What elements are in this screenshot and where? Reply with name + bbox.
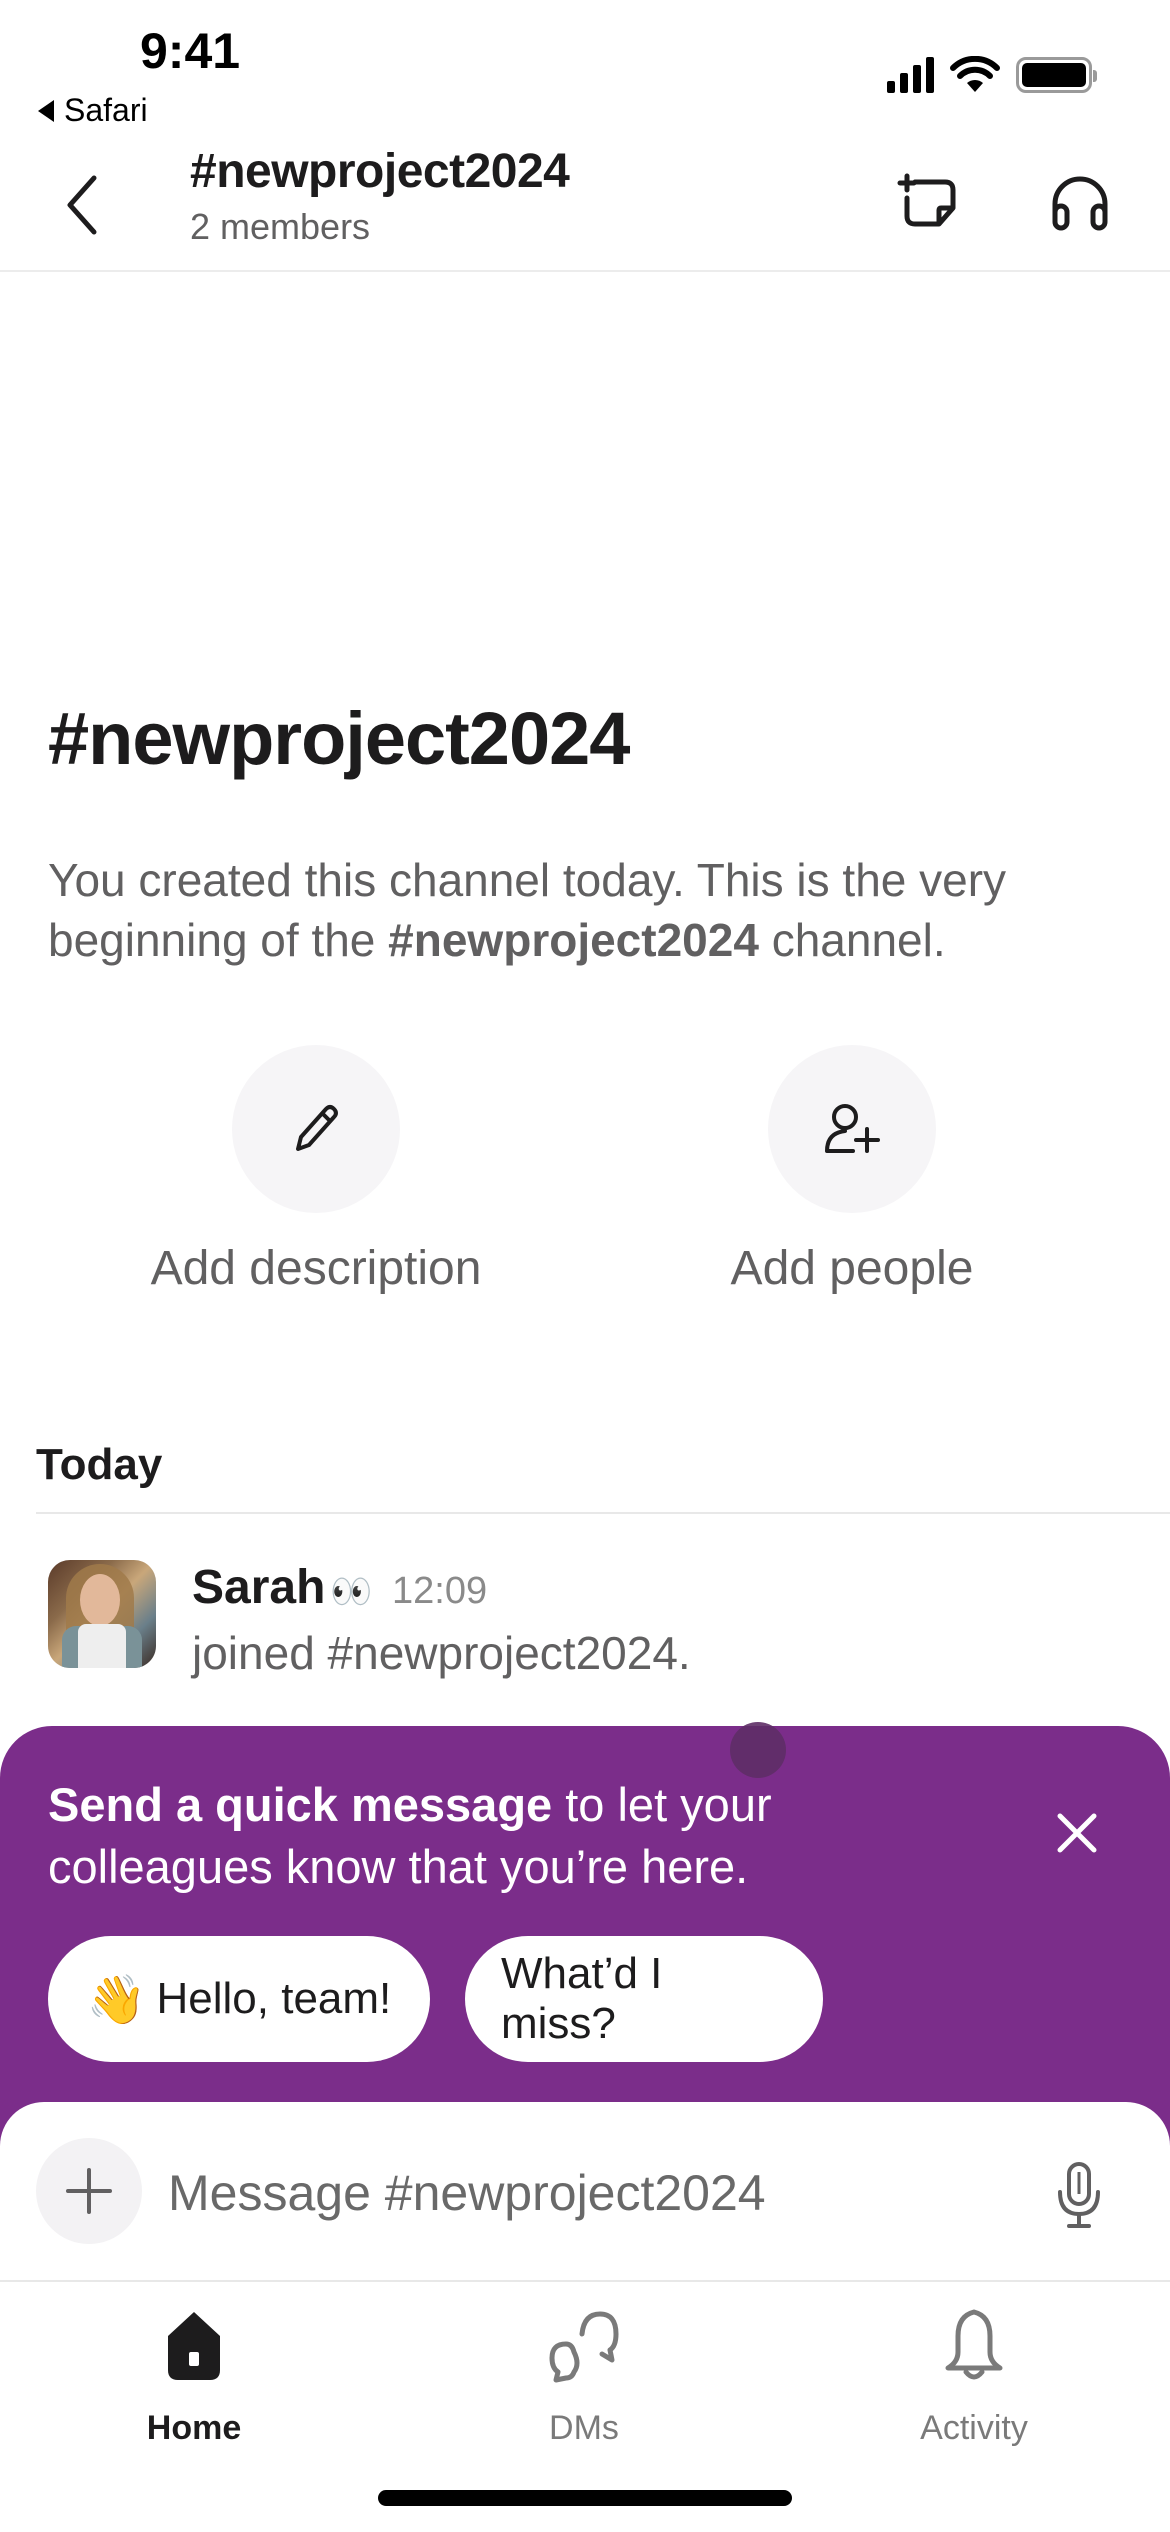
canvas-add-icon[interactable]	[895, 168, 965, 238]
plus-icon	[66, 2168, 112, 2214]
cellular-signal-icon	[887, 57, 934, 93]
back-to-safari[interactable]: Safari	[38, 92, 148, 129]
message-input[interactable]	[168, 2148, 1028, 2238]
status-icons	[887, 56, 1097, 94]
message-text: joined #newproject2024.	[192, 1627, 691, 1679]
add-people-label: Add people	[730, 1242, 974, 1295]
status-emoji: 👀	[330, 1573, 373, 1611]
hello-team-label: Hello, team!	[156, 1974, 392, 2023]
message-composer	[0, 2102, 1170, 2282]
tab-home-label: Home	[146, 2409, 242, 2447]
channel-header: #newproject2024 2 members	[0, 140, 1170, 272]
add-description-circle[interactable]	[232, 1045, 400, 1213]
add-person-icon	[825, 1104, 880, 1153]
hello-team-chip[interactable]: 👋 Hello, team!	[48, 1936, 430, 2062]
dms-icon	[549, 2311, 619, 2383]
add-description-button[interactable]: Add description	[116, 1045, 516, 1296]
tab-dms[interactable]: DMs	[454, 2298, 714, 2448]
back-app-label: Safari	[64, 92, 148, 128]
intro-description: You created this channel today. This is …	[48, 850, 1128, 970]
intro-desc-suffix: channel.	[758, 914, 946, 966]
tab-home[interactable]: Home	[64, 2298, 324, 2448]
pencil-icon	[296, 1105, 338, 1151]
message-author[interactable]: Sarah	[192, 1560, 325, 1615]
headphones-icon[interactable]	[1045, 168, 1115, 238]
chevron-left-icon[interactable]	[58, 170, 108, 240]
add-description-label: Add description	[150, 1242, 482, 1295]
member-count[interactable]: 2 members	[190, 206, 370, 248]
bell-icon	[945, 2309, 1003, 2380]
intro-title: #newproject2024	[48, 697, 630, 780]
attach-button[interactable]	[36, 2138, 142, 2244]
what-did-i-miss-chip[interactable]: What’d I miss?	[465, 1936, 823, 2062]
intro-desc-channel: #newproject2024	[388, 914, 759, 966]
tab-activity[interactable]: Activity	[844, 2298, 1104, 2448]
tab-dms-label: DMs	[549, 2409, 619, 2447]
message-item[interactable]: Sarah 👀 12:09 joined #newproject2024.	[48, 1560, 1148, 1679]
prompt-bold-text: Send a quick message	[48, 1778, 553, 1831]
home-icon	[168, 2312, 220, 2380]
waving-hand-icon: 👋	[86, 1973, 147, 2027]
add-people-circle[interactable]	[768, 1045, 936, 1213]
battery-icon	[1016, 57, 1097, 93]
tab-activity-label: Activity	[920, 2409, 1028, 2447]
home-indicator[interactable]	[378, 2490, 792, 2506]
touch-indicator	[730, 1722, 786, 1778]
day-divider-label: Today	[36, 1440, 163, 1489]
day-divider	[36, 1512, 1170, 1514]
status-time: 9:41	[140, 23, 241, 79]
close-icon[interactable]	[1050, 1806, 1104, 1860]
microphone-icon[interactable]	[1052, 2158, 1106, 2232]
channel-title[interactable]: #newproject2024	[190, 144, 570, 199]
back-triangle-icon	[38, 99, 54, 122]
message-time: 12:09	[392, 1570, 488, 1612]
what-did-i-miss-label: What’d I miss?	[501, 1949, 663, 2048]
add-people-button[interactable]: Add people	[652, 1045, 1052, 1296]
prompt-text: Send a quick message to let your colleag…	[48, 1774, 948, 1898]
avatar[interactable]	[48, 1560, 156, 1668]
wifi-icon	[950, 56, 1000, 92]
